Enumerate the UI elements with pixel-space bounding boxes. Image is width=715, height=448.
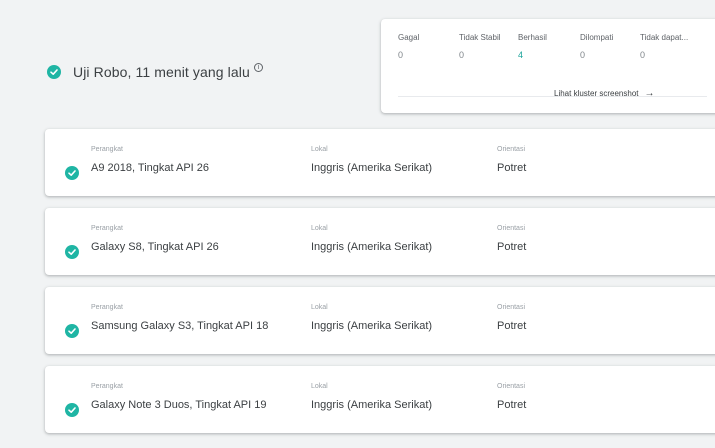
device-column: Perangkat Galaxy Note 3 Duos, Tingkat AP… — [91, 383, 266, 411]
orientation-value: Potret — [497, 241, 527, 253]
stat-label: Gagal — [398, 33, 420, 42]
stat-value: 0 — [398, 50, 404, 60]
device-name: Galaxy Note 3 Duos, Tingkat API 19 — [91, 399, 267, 411]
results-summary-card: Gagal 0 Tidak Stabil 0 Berhasil 4 Dilomp… — [381, 19, 715, 113]
stat-value: 0 — [459, 50, 465, 60]
success-check-icon — [65, 403, 79, 417]
device-name: A9 2018, Tingkat API 26 — [91, 162, 210, 174]
orientation-label: Orientasi — [497, 304, 526, 311]
device-label: Perangkat — [91, 304, 123, 311]
locale-label: Lokal — [311, 383, 328, 390]
orientation-column: Orientasi Potret — [497, 146, 526, 174]
test-title: Uji Robo, 11 menit yang lalu — [73, 64, 250, 80]
stat-value: 0 — [640, 50, 646, 60]
device-column: Perangkat Galaxy S8, Tingkat API 26 — [91, 225, 219, 253]
success-check-icon — [65, 245, 79, 259]
locale-label: Lokal — [311, 146, 328, 153]
orientation-column: Orientasi Potret — [497, 383, 526, 411]
stat-skipped: Dilompati 0 — [580, 33, 613, 60]
success-check-icon — [65, 324, 79, 338]
orientation-label: Orientasi — [497, 383, 526, 390]
locale-column: Lokal Inggris (Amerika Serikat) — [311, 304, 432, 332]
view-screenshot-cluster-link[interactable]: Lihat kluster screenshot → — [554, 88, 655, 99]
orientation-label: Orientasi — [497, 146, 526, 153]
device-column: Perangkat A9 2018, Tingkat API 26 — [91, 146, 209, 174]
orientation-label: Orientasi — [497, 225, 526, 232]
test-header: Uji Robo, 11 menit yang lalu i — [47, 62, 263, 80]
locale-value: Inggris (Amerika Serikat) — [311, 320, 433, 332]
divider — [398, 96, 707, 97]
locale-column: Lokal Inggris (Amerika Serikat) — [311, 146, 432, 174]
orientation-value: Potret — [497, 320, 527, 332]
stat-label: Tidak dapat... — [640, 33, 689, 42]
device-name: Galaxy S8, Tingkat API 26 — [91, 241, 219, 253]
stat-failed: Gagal 0 — [398, 33, 419, 60]
stat-label: Berhasil — [518, 33, 547, 42]
device-row[interactable]: Perangkat A9 2018, Tingkat API 26 Lokal … — [45, 129, 715, 196]
cluster-link-label: Lihat kluster screenshot — [554, 89, 639, 98]
orientation-value: Potret — [497, 162, 527, 174]
orientation-value: Potret — [497, 399, 527, 411]
stat-value: 0 — [580, 50, 586, 60]
orientation-column: Orientasi Potret — [497, 225, 526, 253]
stat-flaky: Tidak Stabil 0 — [459, 33, 501, 60]
stat-passed: Berhasil 4 — [518, 33, 547, 60]
success-check-icon — [47, 65, 61, 79]
stat-value: 4 — [518, 50, 524, 60]
device-column: Perangkat Samsung Galaxy S3, Tingkat API… — [91, 304, 268, 332]
device-row[interactable]: Perangkat Samsung Galaxy S3, Tingkat API… — [45, 287, 715, 354]
device-label: Perangkat — [91, 383, 123, 390]
orientation-column: Orientasi Potret — [497, 304, 526, 332]
arrow-right-icon: → — [644, 88, 655, 99]
device-row[interactable]: Perangkat Galaxy S8, Tingkat API 26 Loka… — [45, 208, 715, 275]
device-row[interactable]: Perangkat Galaxy Note 3 Duos, Tingkat AP… — [45, 366, 715, 433]
stat-inconclusive: Tidak dapat... 0 — [640, 33, 688, 60]
stat-label: Dilompati — [580, 33, 614, 42]
locale-column: Lokal Inggris (Amerika Serikat) — [311, 225, 432, 253]
locale-label: Lokal — [311, 304, 328, 311]
device-name: Samsung Galaxy S3, Tingkat API 18 — [91, 320, 269, 332]
locale-value: Inggris (Amerika Serikat) — [311, 399, 433, 411]
locale-label: Lokal — [311, 225, 328, 232]
locale-value: Inggris (Amerika Serikat) — [311, 162, 433, 174]
success-check-icon — [65, 166, 79, 180]
device-label: Perangkat — [91, 225, 123, 232]
device-label: Perangkat — [91, 146, 123, 153]
stat-label: Tidak Stabil — [459, 33, 501, 42]
locale-value: Inggris (Amerika Serikat) — [311, 241, 433, 253]
locale-column: Lokal Inggris (Amerika Serikat) — [311, 383, 432, 411]
info-icon[interactable]: i — [253, 62, 263, 72]
